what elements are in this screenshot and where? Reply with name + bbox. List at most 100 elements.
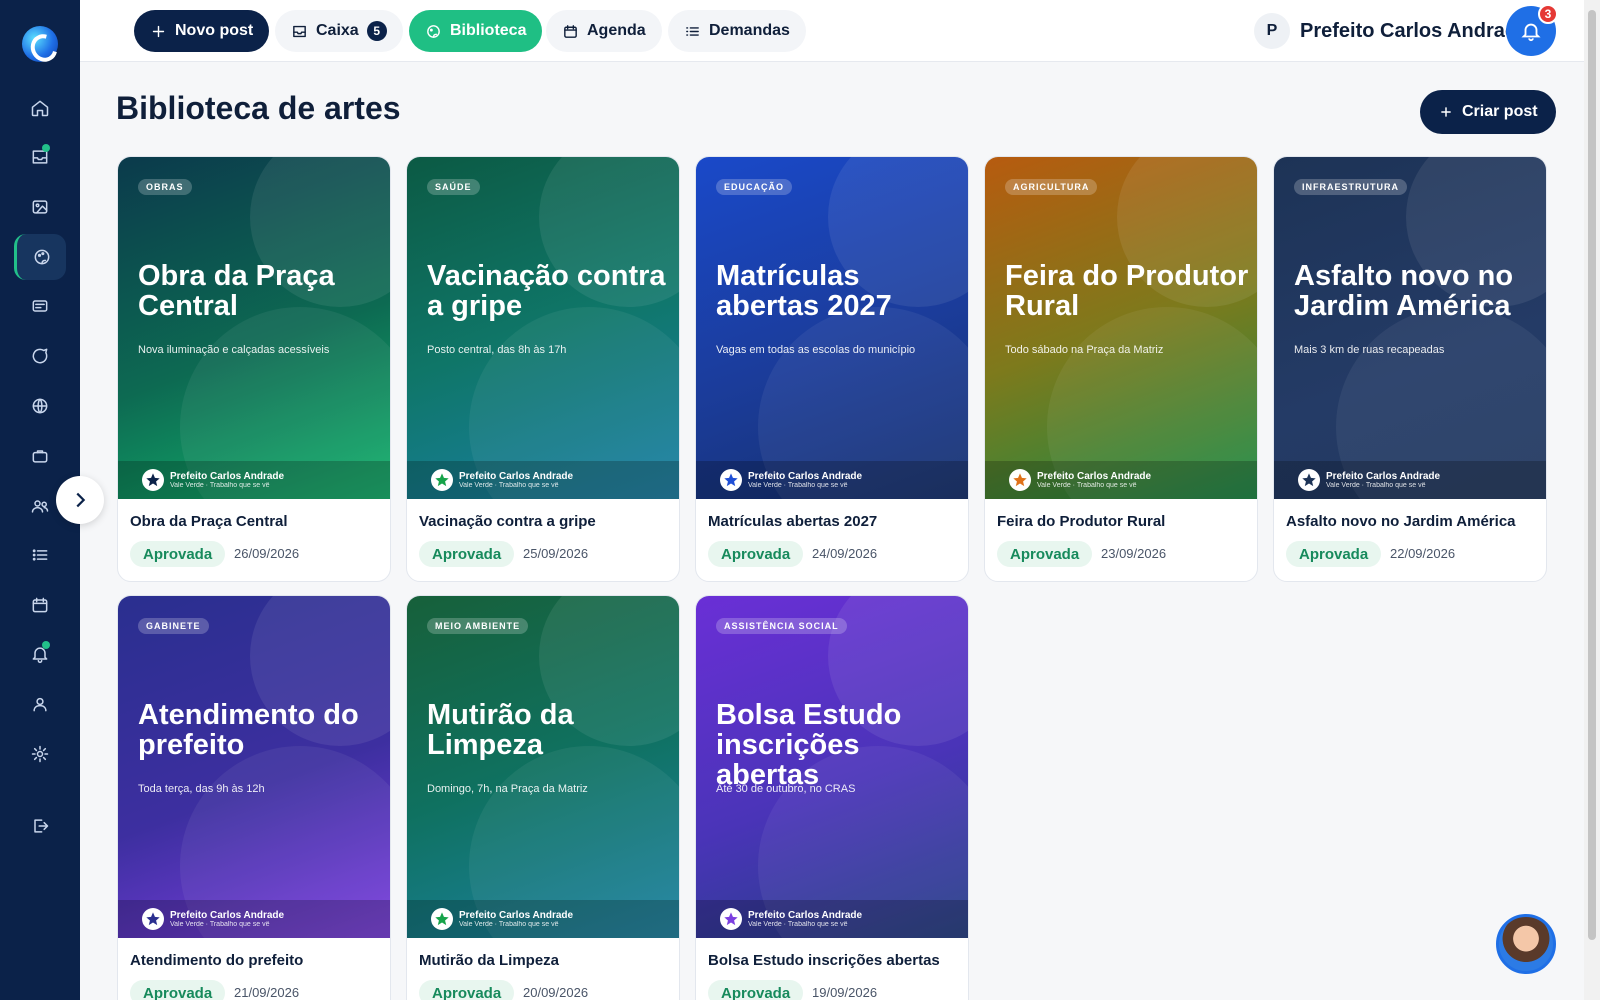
card-date: 24/09/2026 [812, 546, 878, 561]
bell-icon [1521, 23, 1541, 42]
art-headline: Matrículas abertas 2027 [716, 260, 892, 323]
art-footer-name: Prefeito Carlos Andrade [748, 471, 863, 482]
biblioteca-button[interactable]: Biblioteca [409, 10, 543, 52]
scrollbar[interactable] [1584, 0, 1600, 1000]
art-card[interactable]: EDUCAÇÃO Matrículas abertas 2027 Vagas em … [695, 156, 969, 582]
art-card[interactable]: MEIO AMBIENTE Mutirão da Limpeza Domingo, … [406, 595, 680, 1000]
art-category-tag: ASSISTÊNCIA SOCIAL [716, 618, 847, 634]
art-preview[interactable]: INFRAESTRUTURA Asfalto novo no Jardim Amé… [1274, 157, 1546, 499]
scrollbar-thumb[interactable] [1588, 10, 1596, 940]
calendar-icon[interactable] [14, 582, 66, 628]
art-footer-slogan: Vale Verde · Trabalho que se vê [459, 482, 559, 489]
art-footer-slogan: Vale Verde · Trabalho que se vê [748, 921, 848, 928]
art-card[interactable]: GABINETE Atendimento do prefeito Toda terç… [117, 595, 391, 1000]
palette-icon[interactable] [14, 234, 66, 280]
art-headline: Atendimento do prefeito [138, 699, 359, 762]
art-preview[interactable]: ASSISTÊNCIA SOCIAL Bolsa Estudo inscriçõe… [696, 596, 968, 938]
art-card[interactable]: AGRICULTURA Feira do Produtor Rural Todo s… [984, 156, 1258, 582]
list-icon[interactable] [14, 532, 66, 578]
plus-icon [152, 25, 165, 37]
art-card[interactable]: ASSISTÊNCIA SOCIAL Bolsa Estudo inscriçõe… [695, 595, 969, 1000]
art-preview[interactable]: OBRAS Obra da Praça Central Nova iluminaçã… [118, 157, 390, 499]
art-preview[interactable]: AGRICULTURA Feira do Produtor Rural Todo s… [985, 157, 1257, 499]
card-title: Matrículas abertas 2027 [708, 513, 878, 530]
art-preview[interactable]: GABINETE Atendimento do prefeito Toda terç… [118, 596, 390, 938]
chat-icon[interactable] [14, 333, 66, 379]
card-title: Feira do Produtor Rural [997, 513, 1166, 530]
expand-sidebar-button[interactable] [56, 476, 104, 524]
status-badge: Aprovada [997, 541, 1093, 567]
assistant-avatar-button[interactable] [1496, 914, 1556, 974]
card-title: Asfalto novo no Jardim América [1286, 513, 1516, 530]
settings-icon[interactable] [14, 731, 66, 777]
card-date: 21/09/2026 [234, 985, 300, 1000]
newspaper-icon[interactable] [14, 283, 66, 329]
caixa-count-badge: 5 [366, 21, 387, 41]
art-footer-slogan: Vale Verde · Trabalho que se vê [1326, 482, 1426, 489]
inbox-icon [293, 25, 306, 37]
agenda-button[interactable]: Agenda [546, 10, 662, 52]
art-subtitle: Domingo, 7h, na Praça da Matriz [427, 783, 588, 795]
caixa-button[interactable]: Caixa 5 [275, 10, 403, 52]
art-category-tag: MEIO AMBIENTE [427, 618, 529, 634]
list-icon [686, 26, 699, 36]
status-badge: Aprovada [130, 980, 226, 1000]
card-title: Vacinação contra a gripe [419, 513, 596, 530]
art-footer: Prefeito Carlos Andrade Vale Verde · Trab… [1274, 461, 1546, 499]
globe-icon[interactable] [14, 383, 66, 429]
app-logo[interactable] [22, 26, 58, 62]
star-icon [142, 908, 164, 930]
card-date: 20/09/2026 [523, 985, 589, 1000]
home-icon[interactable] [14, 85, 66, 131]
bell-notification-dot [42, 641, 50, 649]
art-footer-slogan: Vale Verde · Trabalho que se vê [748, 482, 848, 489]
art-preview[interactable]: SAÚDE Vacinação contra a gripe Posto centr… [407, 157, 679, 499]
art-preview[interactable]: MEIO AMBIENTE Mutirão da Limpeza Domingo, … [407, 596, 679, 938]
status-badge: Aprovada [130, 541, 226, 567]
art-category-tag: AGRICULTURA [1005, 179, 1098, 195]
art-card[interactable]: INFRAESTRUTURA Asfalto novo no Jardim Amé… [1273, 156, 1547, 582]
palette-icon [427, 24, 440, 38]
art-subtitle: Mais 3 km de ruas recapeadas [1294, 344, 1445, 356]
create-post-button[interactable]: Criar post [1420, 90, 1556, 134]
art-card[interactable]: OBRAS Obra da Praça Central Nova iluminaçã… [117, 156, 391, 582]
calendar-icon [564, 24, 577, 38]
art-preview[interactable]: EDUCAÇÃO Matrículas abertas 2027 Vagas em … [696, 157, 968, 499]
notifications-button[interactable]: 3 [1506, 4, 1558, 56]
user-icon[interactable] [14, 681, 66, 727]
inbox-icon[interactable] [14, 134, 66, 180]
art-footer: Prefeito Carlos Andrade Vale Verde · Trab… [696, 900, 968, 938]
user-name: Prefeito Carlos Andrade [1300, 19, 1529, 42]
art-footer-name: Prefeito Carlos Andrade [1037, 471, 1152, 482]
logout-icon[interactable] [14, 803, 66, 849]
star-icon [720, 469, 742, 491]
art-card[interactable]: SAÚDE Vacinação contra a gripe Posto centr… [406, 156, 680, 582]
star-icon [720, 908, 742, 930]
card-date: 22/09/2026 [1390, 546, 1456, 561]
biblioteca-label: Biblioteca [450, 22, 527, 39]
notification-count-badge: 3 [1538, 4, 1558, 24]
new-post-label: Novo post [175, 22, 254, 39]
art-subtitle: Todo sábado na Praça da Matriz [1005, 344, 1164, 356]
art-footer-name: Prefeito Carlos Andrade [170, 910, 285, 921]
art-subtitle: Toda terça, das 9h às 12h [138, 783, 265, 795]
avatar: P [1254, 13, 1290, 49]
status-badge: Aprovada [419, 980, 515, 1000]
card-date: 19/09/2026 [812, 985, 878, 1000]
star-icon [1298, 469, 1320, 491]
art-headline: Asfalto novo no Jardim América [1294, 260, 1514, 323]
star-icon [431, 469, 453, 491]
bell-icon[interactable] [14, 631, 66, 677]
star-icon [431, 908, 453, 930]
page-title: Biblioteca de artes [116, 90, 401, 126]
art-footer: Prefeito Carlos Andrade Vale Verde · Trab… [118, 461, 390, 499]
briefcase-icon[interactable] [14, 433, 66, 479]
status-badge: Aprovada [708, 541, 804, 567]
art-footer-name: Prefeito Carlos Andrade [1326, 471, 1441, 482]
art-headline: Obra da Praça Central [138, 260, 335, 323]
art-subtitle: Nova iluminação e calçadas acessíveis [138, 344, 330, 356]
art-category-tag: SAÚDE [427, 179, 480, 195]
demandas-button[interactable]: Demandas [668, 10, 806, 52]
image-icon[interactable] [14, 184, 66, 230]
new-post-button[interactable]: Novo post [134, 10, 270, 52]
